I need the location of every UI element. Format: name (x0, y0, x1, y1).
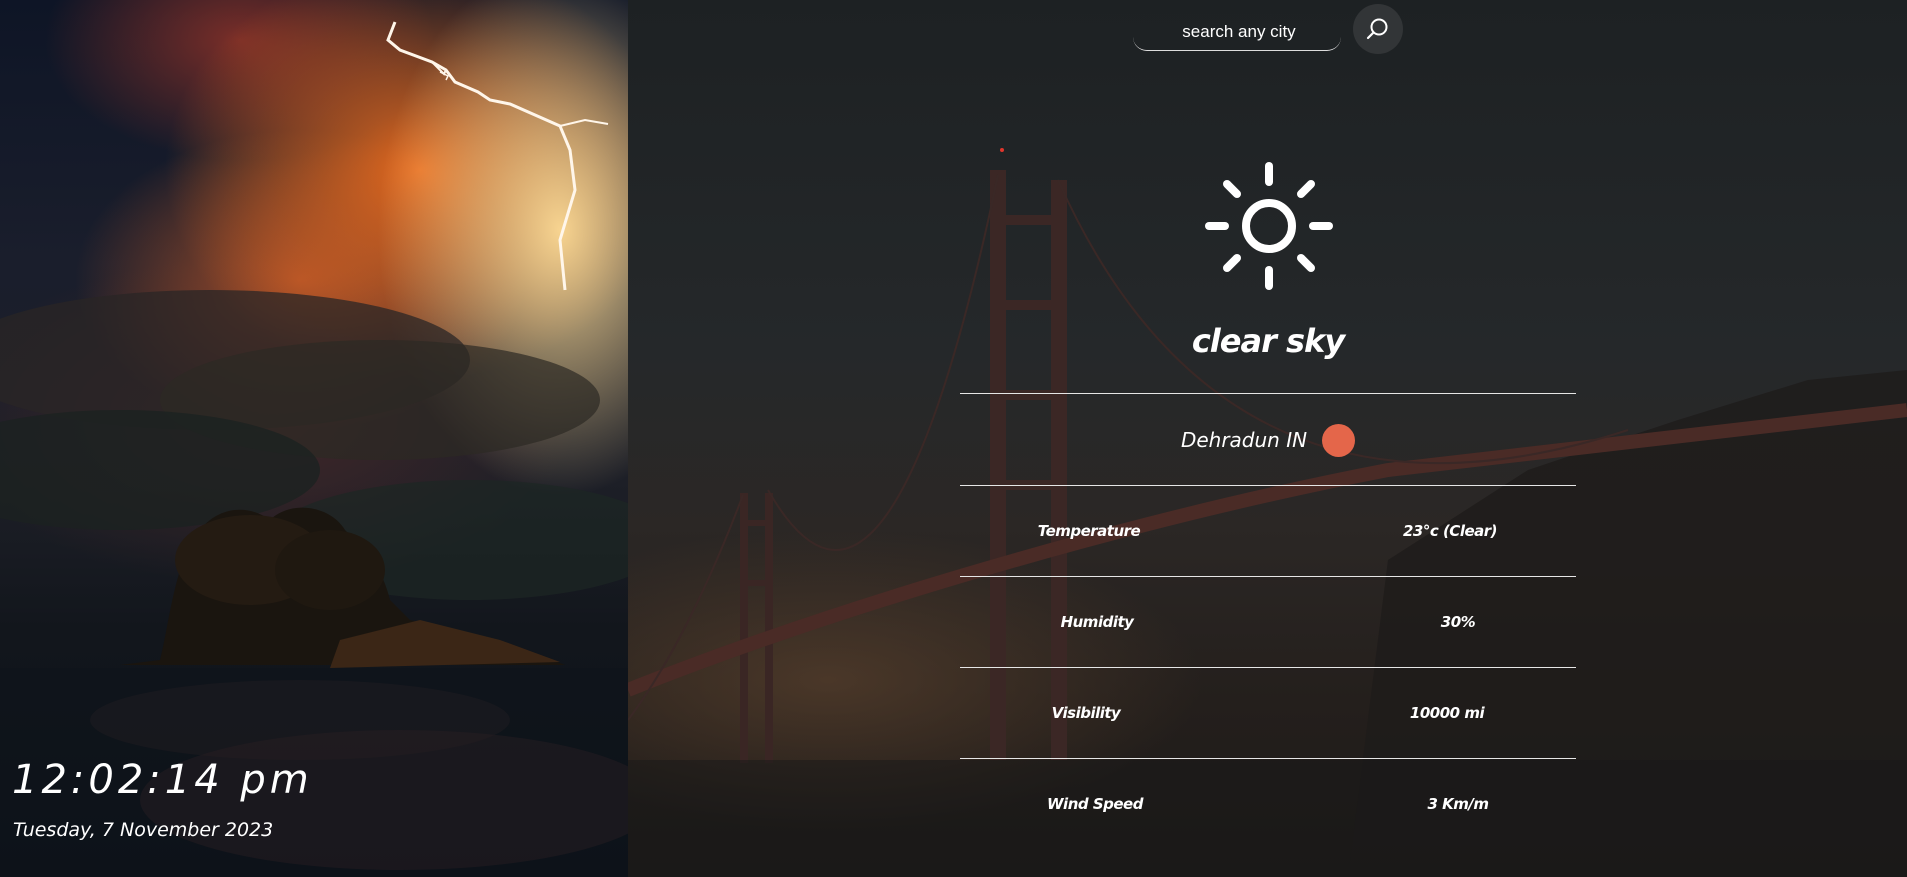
stat-value-visibility: 10000 mi (1409, 704, 1485, 722)
stat-value-wind-speed: 3 Km/m (1427, 795, 1489, 813)
stat-label-wind-speed: Wind Speed (1047, 795, 1143, 813)
search-button[interactable] (1353, 4, 1403, 54)
divider (960, 758, 1576, 759)
divider (960, 485, 1576, 486)
stat-label-visibility: Visibility (1051, 704, 1121, 722)
divider (960, 576, 1576, 577)
divider (960, 667, 1576, 668)
search-icon (1366, 18, 1388, 40)
location-row: Dehradun IN (960, 422, 1576, 458)
storm-landscape-illustration (0, 21, 628, 877)
stat-label-humidity: Humidity (1060, 613, 1134, 631)
divider (960, 393, 1576, 394)
city-search-box (1133, 12, 1345, 52)
clock-panel: 12:02:14 pm Tuesday, 7 November 2023 (0, 0, 628, 877)
country-flag-icon (1322, 423, 1356, 457)
loading-dot (1000, 148, 1004, 152)
city-search-input[interactable] (1133, 12, 1345, 52)
clock-time: 12:02:14 pm (12, 757, 313, 803)
clock-date: Tuesday, 7 November 2023 (13, 819, 274, 841)
weather-app: 12:02:14 pm Tuesday, 7 November 2023 sea… (0, 0, 1907, 877)
stat-value-humidity: 30% (1440, 613, 1476, 631)
stat-label-temperature: Temperature (1037, 522, 1141, 540)
weather-description: clear sky (1191, 322, 1345, 360)
sun-icon (1205, 162, 1333, 290)
location-name: Dehradun IN (1180, 428, 1308, 452)
stat-value-temperature: 23°c (Clear) (1402, 522, 1498, 540)
